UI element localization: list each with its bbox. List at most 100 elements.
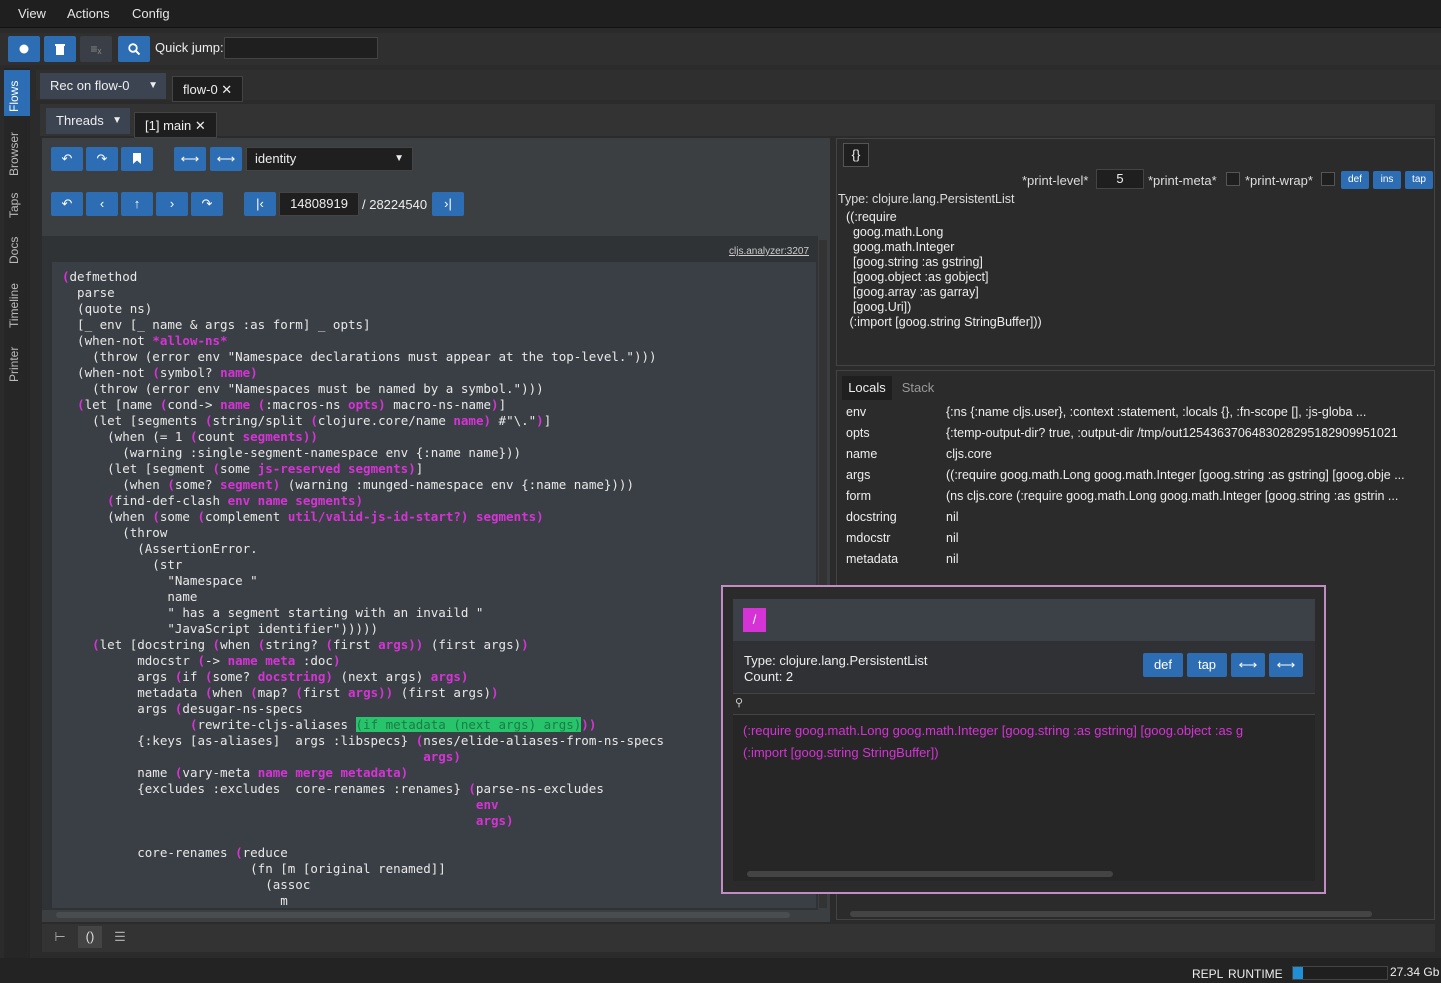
inspector-item[interactable]: (:require goog.math.Long goog.math.Integ… [743, 723, 1243, 738]
search-icon: ⚲ [735, 697, 744, 709]
step-index-input[interactable]: 14808919 [279, 192, 359, 216]
record-button[interactable] [8, 36, 40, 62]
local-name: form [846, 489, 871, 503]
list-icon: ☰ [114, 929, 126, 944]
code-hscrollbar[interactable] [56, 912, 790, 918]
local-value[interactable]: (ns cljs.core (:require goog.math.Long g… [946, 489, 1431, 503]
chevron-left-icon: ‹ [99, 196, 105, 211]
local-value[interactable]: {:temp-output-dir? true, :output-dir /tm… [946, 426, 1431, 440]
undo-icon: ↶ [61, 196, 73, 211]
rec-on-flow-dropdown[interactable]: Rec on flow-0 ▼ [40, 73, 166, 99]
side-tab-docs[interactable]: Docs [4, 228, 30, 266]
inspector-count: Count: 2 [744, 669, 794, 684]
runtime-label: RUNTIME [1228, 967, 1283, 981]
menu-bar: View Actions Config [0, 0, 1441, 28]
memory-usage: 27.34 Gb [1390, 965, 1440, 979]
code-view-button[interactable]: () [78, 926, 102, 948]
inspector-item[interactable]: (:import [goog.string StringBuffer]) [743, 745, 939, 760]
step-over-button[interactable]: ↷ [191, 192, 223, 216]
step-up-button[interactable]: ↑ [121, 192, 153, 216]
tab-stack[interactable]: Stack [896, 376, 940, 400]
redo-button[interactable]: ↷ [86, 147, 118, 171]
locals-hscrollbar[interactable] [850, 911, 1372, 917]
inspector-def-button[interactable]: def [1143, 653, 1183, 677]
menu-actions[interactable]: Actions [67, 6, 110, 21]
chevron-down-icon: ▼ [112, 115, 122, 126]
print-meta-label: *print-meta* [1148, 173, 1217, 188]
skip-end-icon: ›| [444, 196, 452, 211]
print-meta-checkbox[interactable] [1226, 172, 1240, 186]
side-tab-printer[interactable]: Printer [4, 338, 30, 384]
first-step-button[interactable]: |‹ [244, 192, 276, 216]
side-tab-timeline[interactable]: Timeline [4, 274, 30, 330]
inspector-tap-button[interactable]: tap [1187, 653, 1227, 677]
tab-flow-0[interactable]: flow-0 ✕ [172, 76, 244, 102]
inspector-search[interactable]: ⚲ [733, 693, 1315, 715]
undo-button[interactable]: ↶ [51, 147, 83, 171]
menu-config[interactable]: Config [132, 6, 170, 21]
local-value[interactable]: nil [946, 510, 1431, 524]
memory-bar-fill [1293, 967, 1303, 979]
status-bar [0, 958, 1441, 983]
inspector-root-button[interactable]: / [743, 608, 766, 632]
source-ref-link[interactable]: cljs.analyzer:3207 [729, 246, 809, 257]
local-value[interactable]: ((:require goog.math.Long goog.math.Inte… [946, 468, 1431, 482]
inspect-button[interactable]: ins [1373, 171, 1401, 189]
inspector-expand-button[interactable]: ⟷ [1269, 653, 1303, 677]
value-pprint: ((:require goog.math.Long goog.math.Inte… [846, 210, 1042, 329]
step-prev-button[interactable]: ‹ [86, 192, 118, 216]
inspector-collapse-button[interactable]: ⟷ [1231, 653, 1265, 677]
threads-dropdown[interactable]: Threads ▼ [46, 108, 130, 134]
local-name: name [846, 447, 878, 461]
local-value[interactable]: {:ns {:name cljs.user}, :context :statem… [946, 405, 1431, 419]
repl-label: REPL [1192, 967, 1224, 981]
local-value[interactable]: nil [946, 552, 1431, 566]
bookmark-button[interactable] [121, 147, 153, 171]
horizontal-arrows-icon: ⟷ [216, 151, 236, 166]
inspector-hscrollbar[interactable] [747, 871, 1113, 877]
chevron-right-icon: › [169, 196, 175, 211]
local-name: args [846, 468, 871, 482]
record-icon [19, 44, 29, 54]
print-level-input[interactable]: 5 [1096, 169, 1144, 189]
local-name: metadata [846, 552, 899, 566]
expand-width-button[interactable]: ⟷ [210, 147, 242, 171]
code-form: (defmethod parse (quote ns) [_ env [_ na… [52, 262, 816, 908]
flow-tabs-bar [36, 70, 1441, 100]
step-next-button[interactable]: › [156, 192, 188, 216]
local-value[interactable]: cljs.core [946, 447, 1431, 461]
clear-filter-button[interactable]: ≡ₓ [80, 36, 112, 62]
search-button[interactable] [118, 36, 150, 62]
side-tab-browser[interactable]: Browser [4, 122, 30, 178]
fn-select[interactable]: identity ▼ [246, 147, 413, 171]
def-button[interactable]: def [1341, 171, 1369, 189]
local-name: env [846, 405, 867, 419]
tree-view-button[interactable]: ⊢ [48, 926, 72, 948]
local-name: docstring [846, 510, 897, 524]
trash-icon [55, 44, 65, 55]
tab-thread-main[interactable]: [1] main ✕ [134, 112, 217, 138]
side-tab-flows[interactable]: Flows [4, 70, 30, 116]
step-back-out-button[interactable]: ↶ [51, 192, 83, 216]
thread-tabs-bar [40, 104, 1435, 136]
last-step-button[interactable]: ›| [432, 192, 464, 216]
bookmark-icon [133, 153, 141, 164]
horizontal-arrows-icon: ⟷ [180, 151, 200, 166]
memory-bar [1292, 966, 1388, 980]
list-view-button[interactable]: ☰ [108, 926, 132, 948]
local-value[interactable]: nil [946, 531, 1431, 545]
tap-button[interactable]: tap [1405, 171, 1433, 189]
step-total: / 28224540 [362, 197, 428, 212]
clear-button[interactable] [44, 36, 76, 62]
clear-list-icon: ≡ₓ [90, 42, 102, 56]
collapse-width-button[interactable]: ⟷ [174, 147, 206, 171]
print-wrap-checkbox[interactable] [1321, 172, 1335, 186]
skip-start-icon: |‹ [256, 196, 264, 211]
open-brackets-button[interactable]: {} [843, 143, 869, 167]
inspector-items: (:require goog.math.Long goog.math.Integ… [733, 715, 1315, 881]
side-tab-taps[interactable]: Taps [4, 184, 30, 220]
menu-view[interactable]: View [18, 6, 46, 21]
horizontal-arrows-icon: ⟷ [1276, 657, 1296, 672]
tab-locals[interactable]: Locals [842, 376, 892, 400]
quick-jump-input[interactable] [224, 37, 378, 59]
